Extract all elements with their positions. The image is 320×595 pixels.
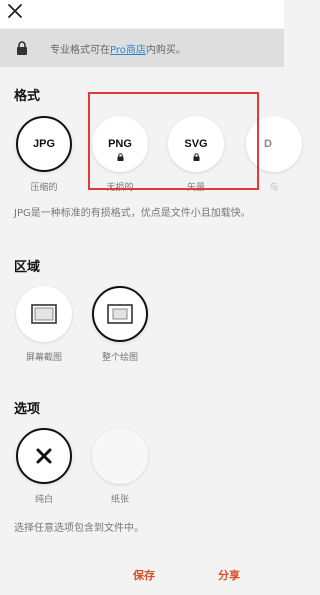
format-jpg-label: JPG bbox=[32, 138, 55, 150]
format-jpg-button[interactable]: JPG bbox=[16, 116, 72, 172]
close-icon[interactable] bbox=[4, 0, 26, 22]
pro-banner: 专业格式可在Pro商店内购买。 bbox=[0, 29, 284, 67]
screenshot-icon bbox=[31, 304, 57, 324]
options-section-title: 选项 bbox=[14, 402, 41, 417]
region-screenshot-caption: 屏幕截图 bbox=[25, 353, 62, 363]
lock-icon bbox=[193, 153, 199, 161]
format-svg-caption: 矢量 bbox=[186, 183, 205, 193]
share-button[interactable]: 分享 bbox=[218, 567, 240, 583]
pro-store-link[interactable]: Pro商店 bbox=[110, 45, 146, 56]
region-full-drawing-button[interactable] bbox=[92, 286, 148, 342]
banner-suffix: 内购买。 bbox=[145, 45, 186, 56]
region-full-drawing-caption: 整个绘图 bbox=[101, 353, 138, 363]
banner-prefix: 专业格式可在 bbox=[50, 45, 110, 56]
option-paper-caption: 纸张 bbox=[110, 495, 129, 505]
option-white-caption: 纯白 bbox=[34, 495, 53, 505]
format-more-label: D bbox=[264, 138, 272, 150]
format-png-button[interactable]: PNG bbox=[92, 116, 148, 172]
format-section-title: 格式 bbox=[14, 89, 41, 104]
banner-text: 专业格式可在Pro商店内购买。 bbox=[50, 41, 186, 56]
format-more-button[interactable]: D bbox=[246, 116, 302, 172]
format-more-caption: 与 bbox=[269, 183, 279, 193]
format-svg-button[interactable]: SVG bbox=[168, 116, 224, 172]
lock-icon bbox=[117, 153, 123, 161]
format-png-label: PNG bbox=[108, 138, 132, 150]
format-jpg-caption: 压缩的 bbox=[30, 183, 58, 193]
format-description: JPG是一种标准的有损格式，优点是文件小且加载快。 bbox=[14, 208, 251, 219]
option-paper-button[interactable] bbox=[92, 428, 148, 484]
options-description: 选择任意选项包含到文件中。 bbox=[14, 523, 144, 534]
region-screenshot-button[interactable] bbox=[16, 286, 72, 342]
top-bar bbox=[0, 0, 284, 28]
format-svg-label: SVG bbox=[184, 138, 208, 150]
full-drawing-icon bbox=[107, 304, 133, 324]
save-button[interactable]: 保存 bbox=[133, 567, 155, 583]
format-png-caption: 无损的 bbox=[106, 183, 134, 193]
x-mark-icon bbox=[36, 448, 52, 464]
option-white-button[interactable] bbox=[16, 428, 72, 484]
lock-icon bbox=[17, 41, 27, 55]
region-section-title: 区域 bbox=[14, 260, 41, 275]
